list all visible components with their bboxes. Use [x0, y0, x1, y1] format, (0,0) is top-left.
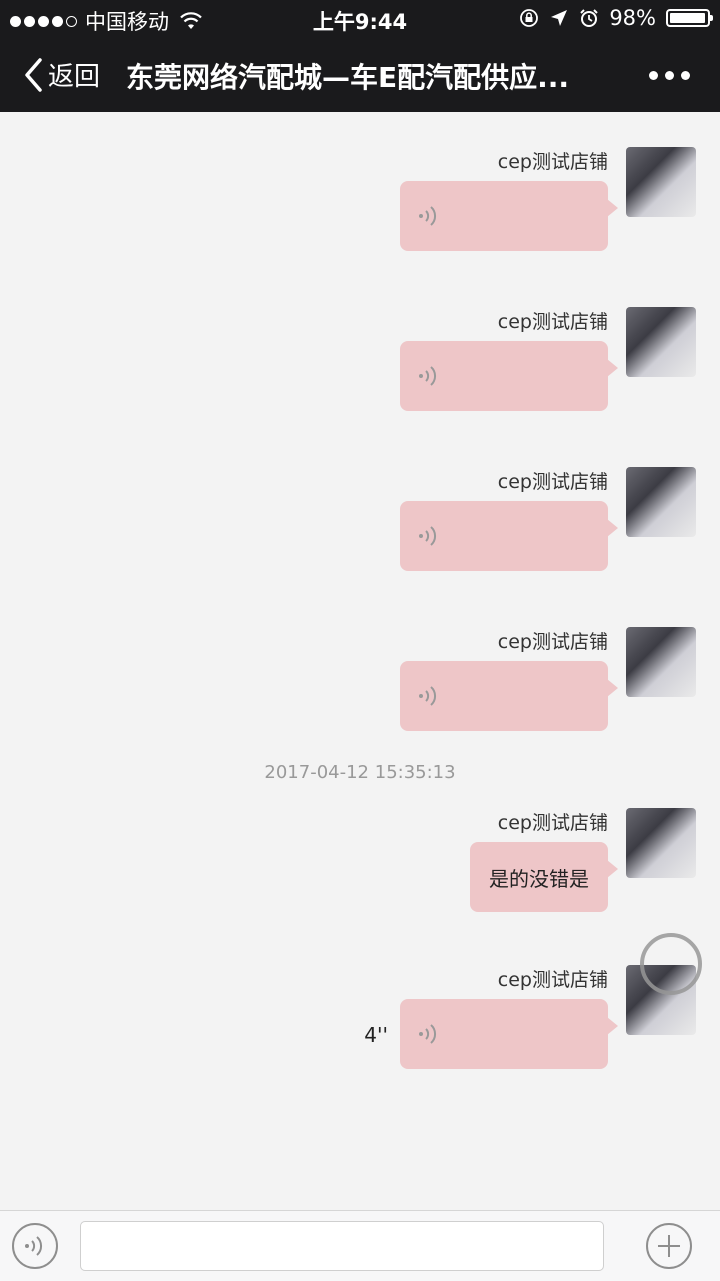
- status-bar: 中国移动 上午9:44 98%: [0, 0, 720, 38]
- message-text: 是的没错是: [489, 867, 589, 891]
- voice-duration: 4'': [364, 1023, 388, 1047]
- more-icon[interactable]: [649, 71, 690, 80]
- lock-rotation-icon: [520, 9, 539, 27]
- voice-icon: [419, 686, 437, 706]
- voice-message-bubble[interactable]: [400, 999, 618, 1069]
- voice-message-bubble[interactable]: [400, 181, 618, 251]
- back-label: 返回: [48, 62, 101, 92]
- voice-icon: [419, 1024, 437, 1044]
- sender-name: cep测试店铺: [497, 812, 608, 834]
- sender-name: cep测试店铺: [497, 969, 608, 991]
- message-timestamp: 2017-04-12 15:35:13: [264, 762, 456, 783]
- text-message-bubble[interactable]: 是的没错是: [470, 842, 618, 912]
- voice-icon: [419, 206, 437, 226]
- voice-icon: [25, 1236, 43, 1256]
- sender-name: cep测试店铺: [497, 631, 608, 653]
- plus-icon[interactable]: [646, 1223, 692, 1269]
- sender-name: cep测试店铺: [497, 311, 608, 333]
- back-chevron-icon: [25, 57, 42, 92]
- voice-message-bubble[interactable]: [400, 341, 618, 411]
- sender-name: cep测试店铺: [497, 151, 608, 173]
- voice-message-bubble[interactable]: [400, 661, 618, 731]
- avatar[interactable]: [626, 147, 696, 217]
- avatar[interactable]: [626, 627, 696, 697]
- battery-percentage: 98%: [609, 6, 656, 30]
- voice-icon: [419, 526, 437, 546]
- avatar[interactable]: [626, 808, 696, 878]
- battery-icon: [666, 9, 713, 27]
- message-input[interactable]: [80, 1221, 604, 1271]
- voice-message-bubble[interactable]: [400, 501, 618, 571]
- avatar[interactable]: [626, 307, 696, 377]
- location-arrow-icon: [551, 10, 568, 26]
- avatar[interactable]: [626, 467, 696, 537]
- voice-input-button[interactable]: [12, 1223, 58, 1269]
- navigation-bar: 返回 东莞网络汽配城—车E配汽配供应...: [0, 38, 720, 112]
- back-button[interactable]: 返回: [22, 56, 100, 93]
- alarm-icon: [580, 9, 599, 27]
- sender-name: cep测试店铺: [497, 471, 608, 493]
- sending-indicator: [640, 933, 702, 995]
- input-toolbar: [0, 1210, 720, 1281]
- voice-icon: [419, 366, 437, 386]
- page-title: 东莞网络汽配城—车E配汽配供应...: [126, 61, 570, 94]
